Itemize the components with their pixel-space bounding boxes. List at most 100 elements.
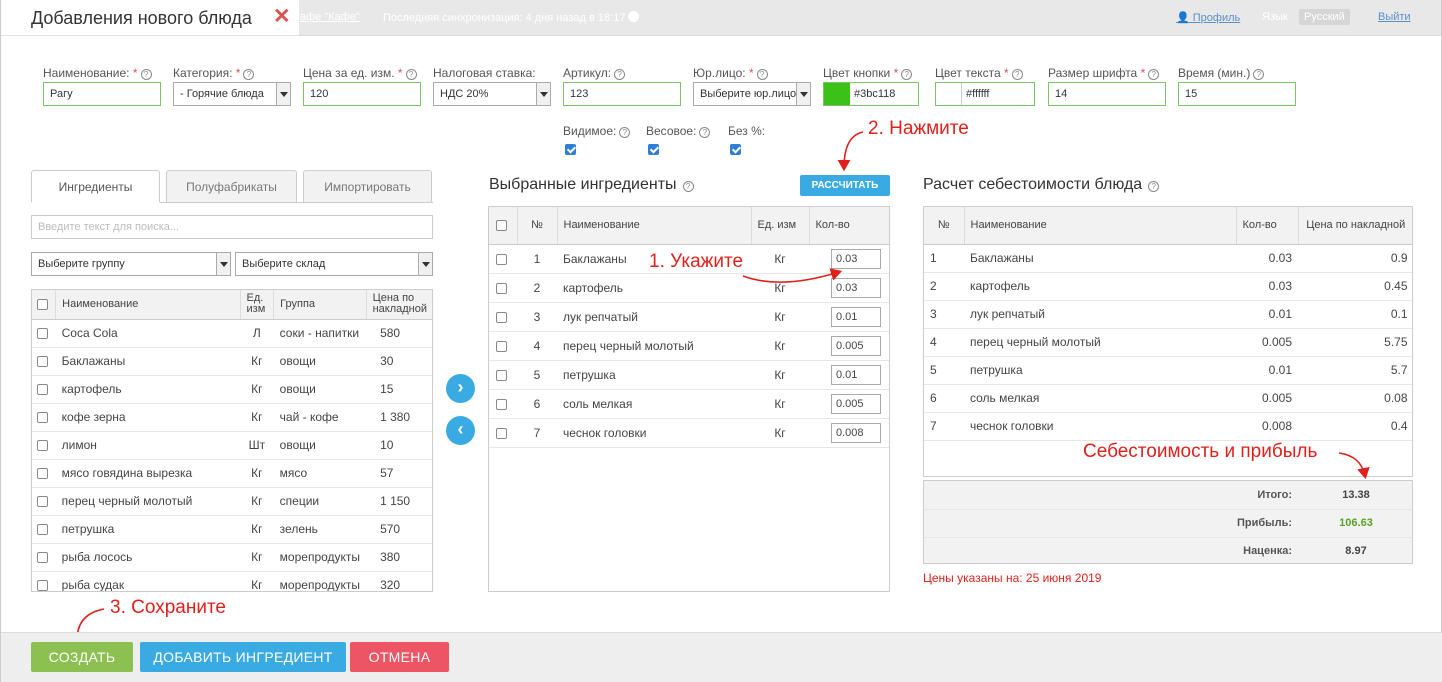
- quantity-input[interactable]: 0.005: [831, 335, 881, 356]
- table-row[interactable]: 3 лук репчатый Кг 0.01: [489, 302, 889, 332]
- table-row[interactable]: рыба лосось Кг морепродукты 380: [32, 543, 432, 572]
- help-icon[interactable]: ?: [756, 69, 768, 80]
- table-row[interactable]: петрушка Кг зелень 570: [32, 515, 432, 544]
- quantity-input[interactable]: 0.03: [831, 277, 881, 298]
- table-row[interactable]: картофель Кг овощи 15: [32, 375, 432, 404]
- ingredient-search-input[interactable]: Введите текст для поиска...: [31, 215, 433, 239]
- text-color-input[interactable]: #ffffff: [935, 82, 1035, 106]
- move-left-button[interactable]: ‹: [446, 416, 475, 445]
- row-checkbox[interactable]: [37, 440, 48, 452]
- time-input[interactable]: 15: [1178, 82, 1296, 106]
- warehouse-select[interactable]: Выберите склад: [235, 252, 433, 276]
- tab-import[interactable]: Импортировать: [303, 170, 432, 203]
- table-row[interactable]: рыба судак Кг морепродукты 320: [32, 571, 432, 591]
- row-checkbox[interactable]: [496, 340, 507, 352]
- create-button[interactable]: СОЗДАТЬ: [31, 642, 133, 672]
- quantity-input[interactable]: 0.01: [831, 364, 881, 385]
- row-checkbox[interactable]: [496, 398, 507, 410]
- help-icon[interactable]: ?: [1148, 181, 1160, 192]
- name-input[interactable]: Рагу: [43, 82, 161, 106]
- row-checkbox[interactable]: [37, 468, 48, 480]
- chevron-down-icon[interactable]: [418, 253, 432, 275]
- help-icon[interactable]: ?: [619, 127, 631, 138]
- calculate-button[interactable]: РАССЧИТАТЬ: [800, 175, 890, 196]
- row-checkbox[interactable]: [37, 496, 48, 508]
- col-header[interactable]: Группа: [273, 290, 367, 320]
- category-select[interactable]: - Горячие блюда: [173, 82, 291, 106]
- help-icon[interactable]: ?: [682, 181, 694, 192]
- cancel-button[interactable]: ОТМЕНА: [350, 642, 449, 672]
- col-header[interactable]: Ед. изм: [240, 290, 275, 320]
- col-header[interactable]: Цена по накладной: [1298, 207, 1412, 245]
- help-icon[interactable]: ?: [1253, 69, 1265, 80]
- price-input[interactable]: 120: [303, 82, 421, 106]
- chevron-down-icon[interactable]: [796, 83, 810, 105]
- quantity-input[interactable]: 0.008: [831, 422, 881, 443]
- table-row[interactable]: Баклажаны Кг овощи 30: [32, 347, 432, 376]
- tab-ingredients[interactable]: Ингредиенты: [31, 170, 160, 203]
- font-size-input[interactable]: 14: [1048, 82, 1166, 106]
- row-checkbox[interactable]: [496, 427, 507, 439]
- help-icon[interactable]: ?: [1148, 69, 1160, 80]
- col-header[interactable]: Кол-во: [809, 207, 889, 245]
- row-checkbox[interactable]: [37, 580, 48, 591]
- table-row[interactable]: 5 петрушка Кг 0.01: [489, 360, 889, 390]
- quantity-input[interactable]: 0.03: [831, 248, 881, 269]
- col-header[interactable]: Цена по накладной: [366, 290, 432, 320]
- col-header[interactable]: Наименование: [557, 207, 752, 245]
- table-row[interactable]: перец черный молотый Кг специи 1 150: [32, 487, 432, 516]
- table-row[interactable]: 2 картофель Кг 0.03: [489, 273, 889, 303]
- help-icon[interactable]: ?: [140, 69, 152, 80]
- quantity-input[interactable]: 0.005: [831, 393, 881, 414]
- table-row[interactable]: лимон Шт овощи 10: [32, 431, 432, 460]
- col-header[interactable]: Ед. изм: [751, 207, 810, 245]
- table-row[interactable]: 6 соль мелкая Кг 0.005: [489, 389, 889, 419]
- row-checkbox[interactable]: [37, 552, 48, 564]
- text-color-swatch[interactable]: [936, 83, 962, 105]
- col-header[interactable]: №: [924, 207, 965, 245]
- col-header[interactable]: №: [517, 207, 558, 245]
- help-icon[interactable]: ?: [901, 69, 913, 80]
- no-percent-checkbox[interactable]: [730, 144, 741, 156]
- help-icon[interactable]: ?: [1011, 69, 1023, 80]
- legal-entity-select[interactable]: Выберите юр.лицо: [693, 82, 811, 106]
- chevron-down-icon[interactable]: [536, 83, 550, 105]
- row-checkbox[interactable]: [37, 412, 48, 424]
- row-checkbox[interactable]: [37, 328, 48, 340]
- col-header[interactable]: Кол-во: [1236, 207, 1299, 245]
- tax-select[interactable]: НДС 20%: [433, 82, 551, 106]
- col-header[interactable]: Наименование: [964, 207, 1237, 245]
- select-all-checkbox[interactable]: [496, 219, 507, 231]
- chevron-down-icon[interactable]: [216, 253, 230, 275]
- article-input[interactable]: 123: [563, 82, 681, 106]
- group-select[interactable]: Выберите группу: [31, 252, 231, 276]
- table-row[interactable]: кофе зерна Кг чай - кофе 1 380: [32, 403, 432, 432]
- row-checkbox[interactable]: [37, 356, 48, 368]
- quantity-input[interactable]: 0.01: [831, 306, 881, 327]
- table-row[interactable]: Coca Cola Л соки - напитки 580: [32, 319, 432, 348]
- row-checkbox[interactable]: [496, 369, 507, 381]
- row-checkbox[interactable]: [496, 282, 507, 294]
- help-icon[interactable]: ?: [405, 69, 417, 80]
- weighted-checkbox[interactable]: [648, 144, 659, 156]
- help-icon[interactable]: ?: [614, 69, 626, 80]
- tab-semi-products[interactable]: Полуфабрикаты: [166, 170, 297, 203]
- button-color-swatch[interactable]: [824, 83, 850, 105]
- help-icon[interactable]: ?: [243, 69, 255, 80]
- chevron-down-icon[interactable]: [276, 83, 290, 105]
- select-all-checkbox[interactable]: [37, 298, 48, 310]
- add-ingredient-button[interactable]: ДОБАВИТЬ ИНГРЕДИЕНТ: [140, 642, 346, 672]
- button-color-input[interactable]: #3bc118: [823, 82, 919, 106]
- move-right-button[interactable]: ›: [446, 374, 475, 403]
- row-checkbox[interactable]: [37, 524, 48, 536]
- row-checkbox[interactable]: [496, 253, 507, 265]
- row-checkbox[interactable]: [496, 311, 507, 323]
- table-row[interactable]: 7 чеснок головки Кг 0.008: [489, 418, 889, 448]
- close-icon[interactable]: ✕: [273, 6, 291, 27]
- table-row[interactable]: 4 перец черный молотый Кг 0.005: [489, 331, 889, 361]
- row-checkbox[interactable]: [37, 384, 48, 396]
- visible-checkbox[interactable]: [565, 144, 576, 156]
- table-row[interactable]: мясо говядина вырезка Кг мясо 57: [32, 459, 432, 488]
- help-icon[interactable]: ?: [699, 127, 711, 138]
- col-header[interactable]: Наименование: [55, 290, 241, 320]
